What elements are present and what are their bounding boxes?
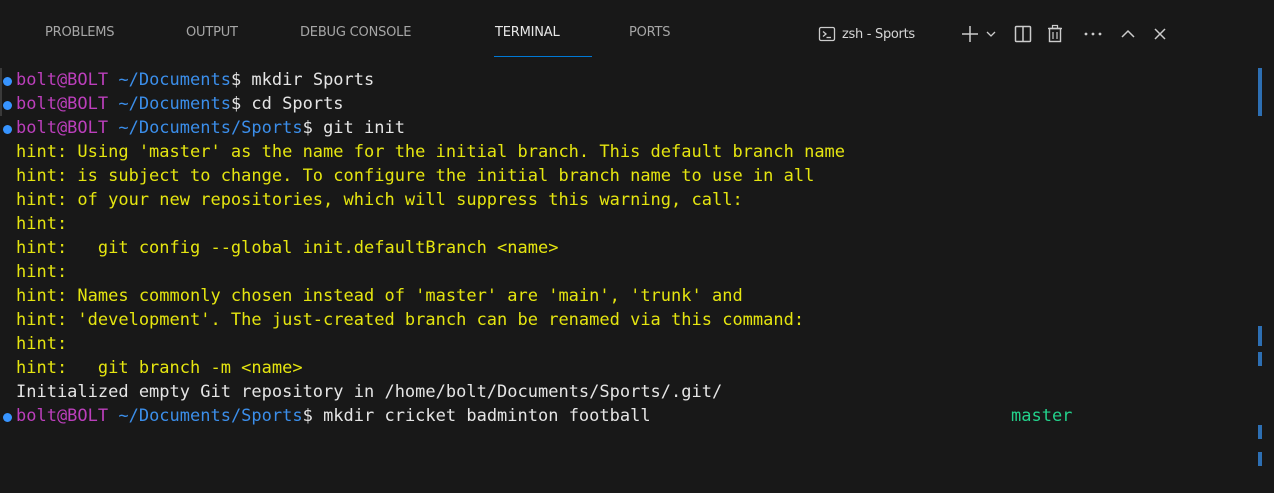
chevron-down-icon[interactable]	[985, 28, 997, 40]
tab-output[interactable]: OUTPUT	[186, 24, 238, 42]
terminal-line-hint: hint: 'development'. The just-created br…	[16, 310, 805, 330]
tab-ports[interactable]: PORTS	[629, 24, 671, 42]
terminal-line-hint: hint: is subject to change. To configure…	[16, 166, 815, 186]
scrollbar-marker	[1258, 425, 1262, 439]
terminal-line-hint: hint:	[16, 214, 68, 234]
terminal-line-output: Initialized empty Git repository in /hom…	[16, 382, 723, 402]
terminal-panel: PROBLEMS OUTPUT DEBUG CONSOLE TERMINAL P…	[0, 0, 1274, 493]
scrollbar-marker	[1258, 68, 1262, 116]
terminal-line-hint: hint:	[16, 334, 68, 354]
terminal-line-hint: hint: of your new repositories, which wi…	[16, 190, 743, 210]
new-terminal-icon[interactable]	[960, 24, 980, 44]
git-branch-indicator: master	[1011, 406, 1073, 426]
terminal-line-cmd: bolt@BOLT ~/Documents$ cd Sports	[0, 92, 1240, 116]
terminal-line-cmd: bolt@BOLT ~/Documents$ mkdir Sports	[0, 68, 1240, 92]
terminal-line-hint: hint: Using 'master' as the name for the…	[16, 142, 846, 162]
command-status-dot	[3, 101, 12, 110]
terminal-scrollbar[interactable]	[1258, 68, 1262, 493]
trash-icon[interactable]	[1046, 24, 1064, 44]
terminal-line-hint: hint:	[16, 262, 68, 282]
scrollbar-marker	[1258, 352, 1262, 366]
split-terminal-icon[interactable]	[1014, 25, 1032, 43]
command-status-dot	[3, 413, 12, 422]
command-status-dot	[3, 125, 12, 134]
terminal-selector[interactable]: zsh - Sports	[818, 22, 915, 46]
terminal-line-hint: hint: git branch -m <name>	[16, 358, 303, 378]
terminal-line-cmd: bolt@BOLT ~/Documents/Sports$ mkdir cric…	[0, 404, 1240, 428]
tab-terminal[interactable]: TERMINAL	[495, 24, 560, 42]
scrollbar-marker	[1258, 326, 1262, 346]
terminal-line-hint: hint: git config --global init.defaultBr…	[16, 238, 559, 258]
tab-problems[interactable]: PROBLEMS	[45, 24, 115, 42]
terminal-selector-label: zsh - Sports	[842, 26, 915, 42]
tab-debug-console[interactable]: DEBUG CONSOLE	[300, 24, 411, 42]
terminal-line-cmd: bolt@BOLT ~/Documents/Sports$ git init	[0, 116, 1240, 140]
active-tab-indicator	[494, 56, 592, 57]
terminal-line-hint: hint: Names commonly chosen instead of '…	[16, 286, 743, 306]
more-actions-icon[interactable]	[1083, 30, 1103, 38]
command-status-dot	[3, 77, 12, 86]
chevron-up-icon[interactable]	[1120, 27, 1136, 41]
scrollbar-marker	[1258, 452, 1262, 466]
terminal-output[interactable]: bolt@BOLT ~/Documents$ mkdir Sports bolt…	[0, 68, 1260, 493]
close-icon[interactable]	[1152, 26, 1168, 42]
panel-header: PROBLEMS OUTPUT DEBUG CONSOLE TERMINAL P…	[0, 0, 1274, 60]
terminal-icon	[818, 26, 836, 42]
